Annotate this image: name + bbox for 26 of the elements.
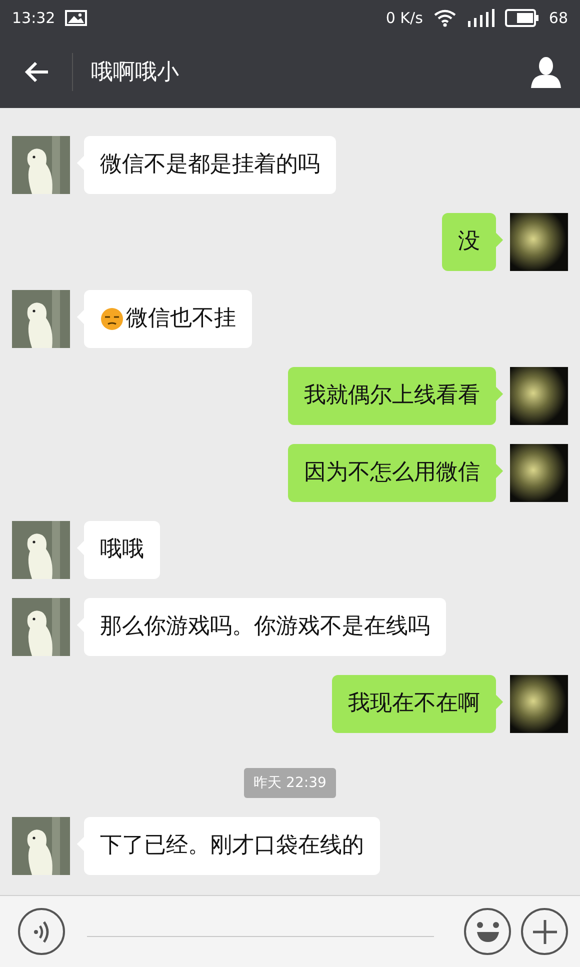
- image-icon: [65, 10, 88, 26]
- photo-avatar-placeholder[interactable]: [510, 367, 568, 425]
- photo-avatar-placeholder[interactable]: [510, 444, 568, 502]
- battery-icon: [504, 9, 539, 27]
- back-icon[interactable]: [24, 60, 50, 84]
- status-time: 13:32: [12, 9, 56, 27]
- emoji-button[interactable]: [464, 908, 511, 955]
- bear-avatar-drawing[interactable]: [12, 521, 70, 579]
- bear-avatar-drawing[interactable]: [12, 598, 70, 656]
- signal-icon: [466, 9, 495, 27]
- bear-avatar-drawing[interactable]: [12, 136, 70, 194]
- add-button[interactable]: [521, 908, 568, 955]
- bear-avatar-drawing[interactable]: [12, 817, 70, 875]
- chat-title: 哦啊哦小: [91, 59, 179, 87]
- photo-avatar-placeholder[interactable]: [510, 213, 568, 271]
- photo-avatar-placeholder[interactable]: [510, 675, 568, 733]
- smiley-icon: [474, 920, 500, 942]
- battery-level: 68: [548, 9, 568, 27]
- wifi-icon: [432, 9, 457, 27]
- time-stamp: 昨天 22:39: [244, 768, 336, 798]
- network-speed: 0 K/s: [386, 9, 423, 27]
- plus-icon: [532, 918, 558, 944]
- person-icon[interactable]: [530, 56, 562, 88]
- voice-icon: [32, 920, 52, 942]
- bear-avatar-drawing[interactable]: [12, 290, 70, 348]
- voice-button[interactable]: [18, 908, 65, 955]
